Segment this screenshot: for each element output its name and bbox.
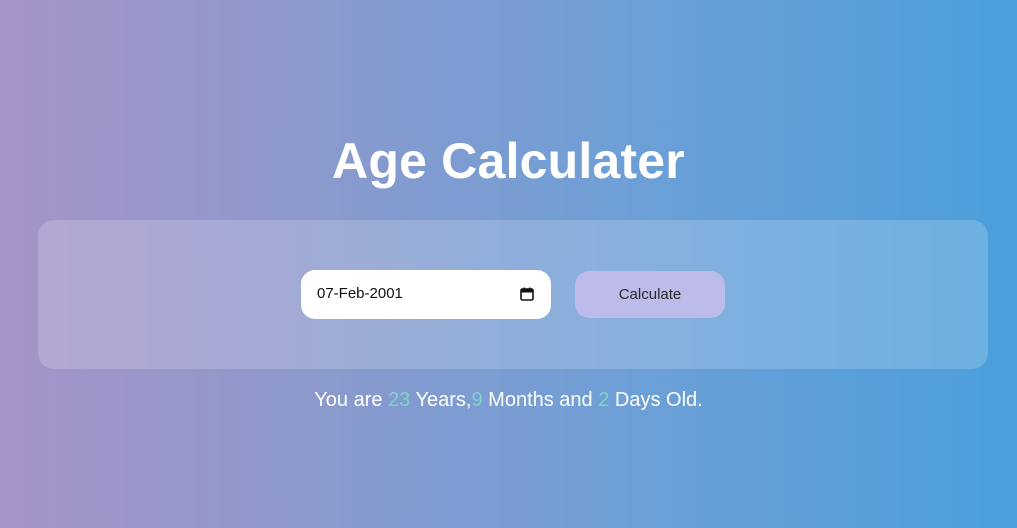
age-result: You are 23 Years,9 Months and 2 Days Old…	[0, 388, 1017, 412]
calculate-button[interactable]: Calculate	[575, 271, 725, 318]
birth-date-input[interactable]: 07-Feb-2001	[301, 270, 551, 319]
months-label: Months and	[482, 389, 599, 411]
months-value: 9	[471, 389, 483, 411]
page-title: Age Calculater	[332, 133, 685, 189]
years-value: 23	[388, 389, 411, 411]
calendar-icon[interactable]	[520, 287, 534, 301]
date-value[interactable]: 07-Feb-2001	[317, 285, 403, 303]
days-label: Days Old.	[609, 389, 703, 411]
result-prefix: You are	[314, 389, 389, 411]
years-label: Years,	[410, 389, 472, 411]
days-value: 2	[598, 389, 610, 411]
